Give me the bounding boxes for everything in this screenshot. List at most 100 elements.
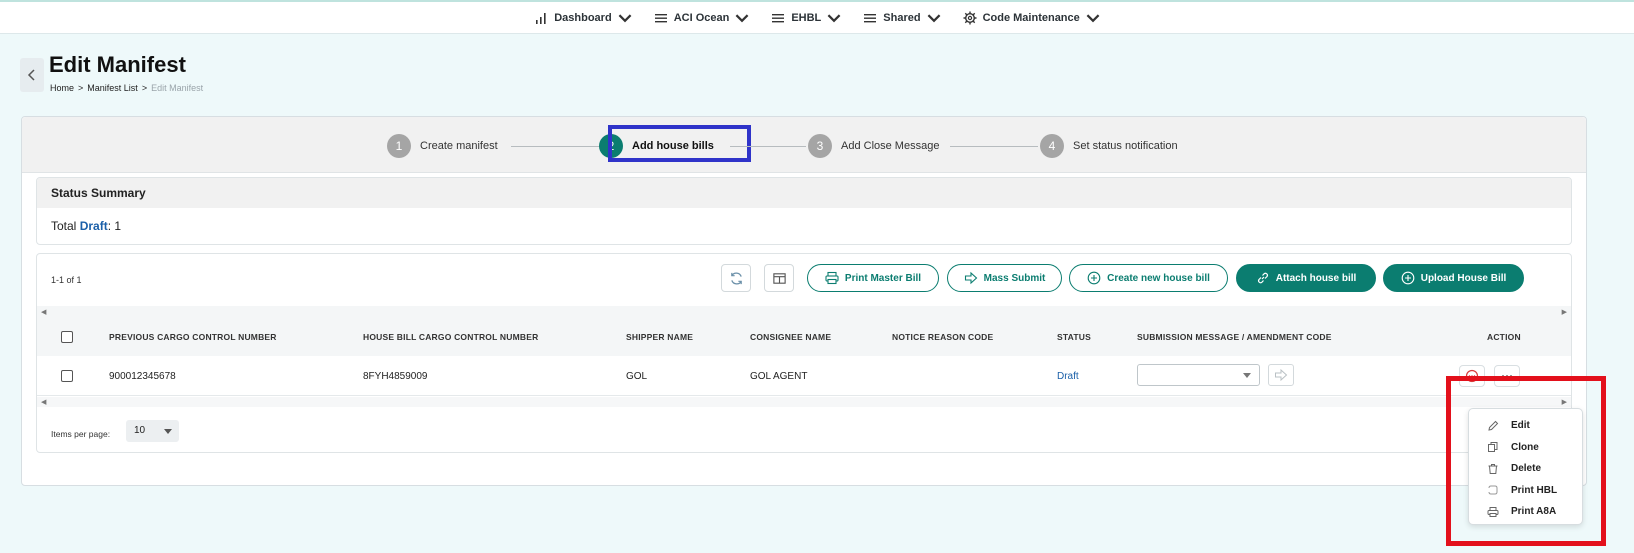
- step-number: 3: [808, 134, 832, 158]
- items-per-page-select[interactable]: 10: [126, 420, 179, 442]
- record-count: 1-1 of 1: [51, 275, 82, 285]
- breadcrumb-home[interactable]: Home: [50, 83, 74, 93]
- scroll-left-arrow[interactable]: ◀: [41, 308, 46, 316]
- select-all-checkbox[interactable]: [61, 331, 73, 343]
- menu-item-label: Print HBL: [1511, 484, 1558, 496]
- menu-lines-icon: [654, 13, 667, 22]
- menu-item-print-hbl[interactable]: Print HBL: [1469, 480, 1582, 502]
- bar-chart-icon: [536, 12, 546, 24]
- table-header: ◀ ▶ PREVIOUS CARGO CONTROL NUMBER HOUSE …: [37, 306, 1571, 356]
- menu-item-clone[interactable]: Clone: [1469, 437, 1582, 459]
- previous-ccn-cell: 900012345678: [109, 371, 176, 382]
- horizontal-scrollbar[interactable]: ◀ ▶: [37, 397, 1571, 407]
- top-navigation: Dashboard ACI Ocean EHBL Shared Code Mai…: [0, 0, 1634, 34]
- nav-shared[interactable]: Shared: [863, 11, 940, 25]
- shipper-name-cell: GOL: [626, 371, 648, 382]
- refresh-icon: [730, 271, 742, 285]
- chevron-down-icon: [927, 13, 940, 22]
- house-bill-ccn-cell: 8FYH4859009: [363, 371, 428, 382]
- chevron-down-icon: [735, 13, 749, 22]
- menu-lines-icon: [864, 13, 877, 22]
- ellipsis-icon: [1502, 375, 1512, 377]
- step-label: Create manifest: [420, 140, 498, 152]
- menu-item-label: Edit: [1511, 420, 1530, 432]
- printer-icon: [1487, 506, 1499, 517]
- step-create-manifest[interactable]: 1 Create manifest: [387, 134, 498, 158]
- menu-lines-icon: [772, 13, 785, 22]
- more-circle-icon: [1465, 369, 1479, 383]
- status-summary-title: Status Summary: [37, 178, 1571, 208]
- column-header[interactable]: SHIPPER NAME: [626, 332, 693, 342]
- upload-house-bill-button[interactable]: Upload House Bill: [1383, 264, 1524, 292]
- step-label: Add Close Message: [841, 140, 940, 152]
- column-header[interactable]: STATUS: [1057, 332, 1091, 342]
- link-icon: [1257, 272, 1268, 284]
- breadcrumb: Home > Manifest List > Edit Manifest: [50, 83, 203, 93]
- chevron-down-icon: [1086, 13, 1100, 22]
- attach-house-bill-button[interactable]: Attach house bill: [1236, 264, 1376, 292]
- column-header[interactable]: PREVIOUS CARGO CONTROL NUMBER: [109, 332, 277, 342]
- create-new-house-bill-button[interactable]: Create new house bill: [1069, 264, 1228, 292]
- amendment-code-select[interactable]: [1137, 364, 1260, 386]
- items-per-page-label: Items per page:: [51, 429, 111, 439]
- breadcrumb-manifest-list[interactable]: Manifest List: [87, 83, 138, 93]
- row-more-actions-button[interactable]: [1494, 365, 1520, 387]
- stepper: 1 Create manifest 2 Add house bills 3 Ad…: [22, 117, 1586, 173]
- upload-house-bill-label: Upload House Bill: [1420, 272, 1507, 284]
- breadcrumb-separator: >: [78, 83, 84, 93]
- chevron-left-icon: [27, 69, 35, 81]
- menu-item-label: Clone: [1511, 441, 1539, 453]
- plus-circle-icon: [1087, 271, 1101, 285]
- chevron-down-icon: [827, 13, 841, 22]
- gear-icon: [963, 11, 977, 24]
- draft-status-link[interactable]: Draft: [80, 219, 108, 233]
- mass-submit-label: Mass Submit: [983, 272, 1046, 284]
- step-set-status-notification[interactable]: 4 Set status notification: [1040, 134, 1178, 158]
- step-label: Set status notification: [1073, 140, 1178, 152]
- table-row: 900012345678 8FYH4859009 GOL GOL AGENT D…: [37, 356, 1571, 396]
- nav-aci-ocean[interactable]: ACI Ocean: [654, 11, 750, 25]
- columns-icon: [772, 272, 786, 284]
- column-header[interactable]: SUBMISSION MESSAGE / AMENDMENT CODE: [1137, 332, 1332, 342]
- scroll-right-arrow[interactable]: ▶: [1562, 308, 1567, 316]
- column-header: ACTION: [1487, 332, 1521, 342]
- trash-icon: [1488, 463, 1498, 474]
- status-cell[interactable]: Draft: [1057, 371, 1079, 382]
- caret-down-icon: [1243, 373, 1251, 378]
- row-checkbox[interactable]: [61, 370, 73, 382]
- submit-row-button[interactable]: [1268, 364, 1294, 386]
- mass-submit-button[interactable]: Mass Submit: [947, 264, 1062, 292]
- caret-down-icon: [164, 429, 172, 434]
- scroll-left-arrow[interactable]: ◀: [41, 398, 46, 406]
- step-number: 4: [1040, 134, 1064, 158]
- menu-item-delete[interactable]: Delete: [1469, 458, 1582, 480]
- row-action-circle-button[interactable]: [1459, 365, 1485, 387]
- copy-icon: [1488, 442, 1498, 453]
- nav-shared-label: Shared: [883, 11, 921, 24]
- column-header[interactable]: NOTICE REASON CODE: [892, 332, 993, 342]
- step-add-close-message[interactable]: 3 Add Close Message: [808, 134, 939, 158]
- step-connector: [950, 146, 1038, 147]
- breadcrumb-separator: >: [141, 83, 148, 93]
- back-button[interactable]: [20, 58, 44, 92]
- printer-icon: [825, 271, 839, 285]
- print-master-bill-label: Print Master Bill: [844, 272, 922, 284]
- menu-item-edit[interactable]: Edit: [1469, 415, 1582, 437]
- column-header[interactable]: CONSIGNEE NAME: [750, 332, 831, 342]
- draft-count: : 1: [107, 219, 122, 233]
- menu-item-print-a8a[interactable]: Print A8A: [1469, 501, 1582, 523]
- attach-house-bill-label: Attach house bill: [1275, 272, 1357, 284]
- column-layout-button[interactable]: [764, 264, 794, 292]
- menu-item-label: Print A8A: [1511, 506, 1557, 518]
- column-header[interactable]: HOUSE BILL CARGO CONTROL NUMBER: [363, 332, 538, 342]
- print-master-bill-button[interactable]: Print Master Bill: [807, 264, 939, 292]
- nav-ehbl[interactable]: EHBL: [771, 11, 841, 25]
- scroll-right-arrow[interactable]: ▶: [1562, 398, 1567, 406]
- nav-code-maintenance[interactable]: Code Maintenance: [963, 11, 1100, 25]
- nav-dashboard[interactable]: Dashboard: [534, 11, 632, 25]
- create-new-house-bill-label: Create new house bill: [1107, 272, 1210, 284]
- active-step-highlight: [608, 125, 751, 162]
- step-connector: [511, 146, 601, 147]
- pencil-icon: [1488, 420, 1499, 431]
- refresh-button[interactable]: [721, 264, 751, 292]
